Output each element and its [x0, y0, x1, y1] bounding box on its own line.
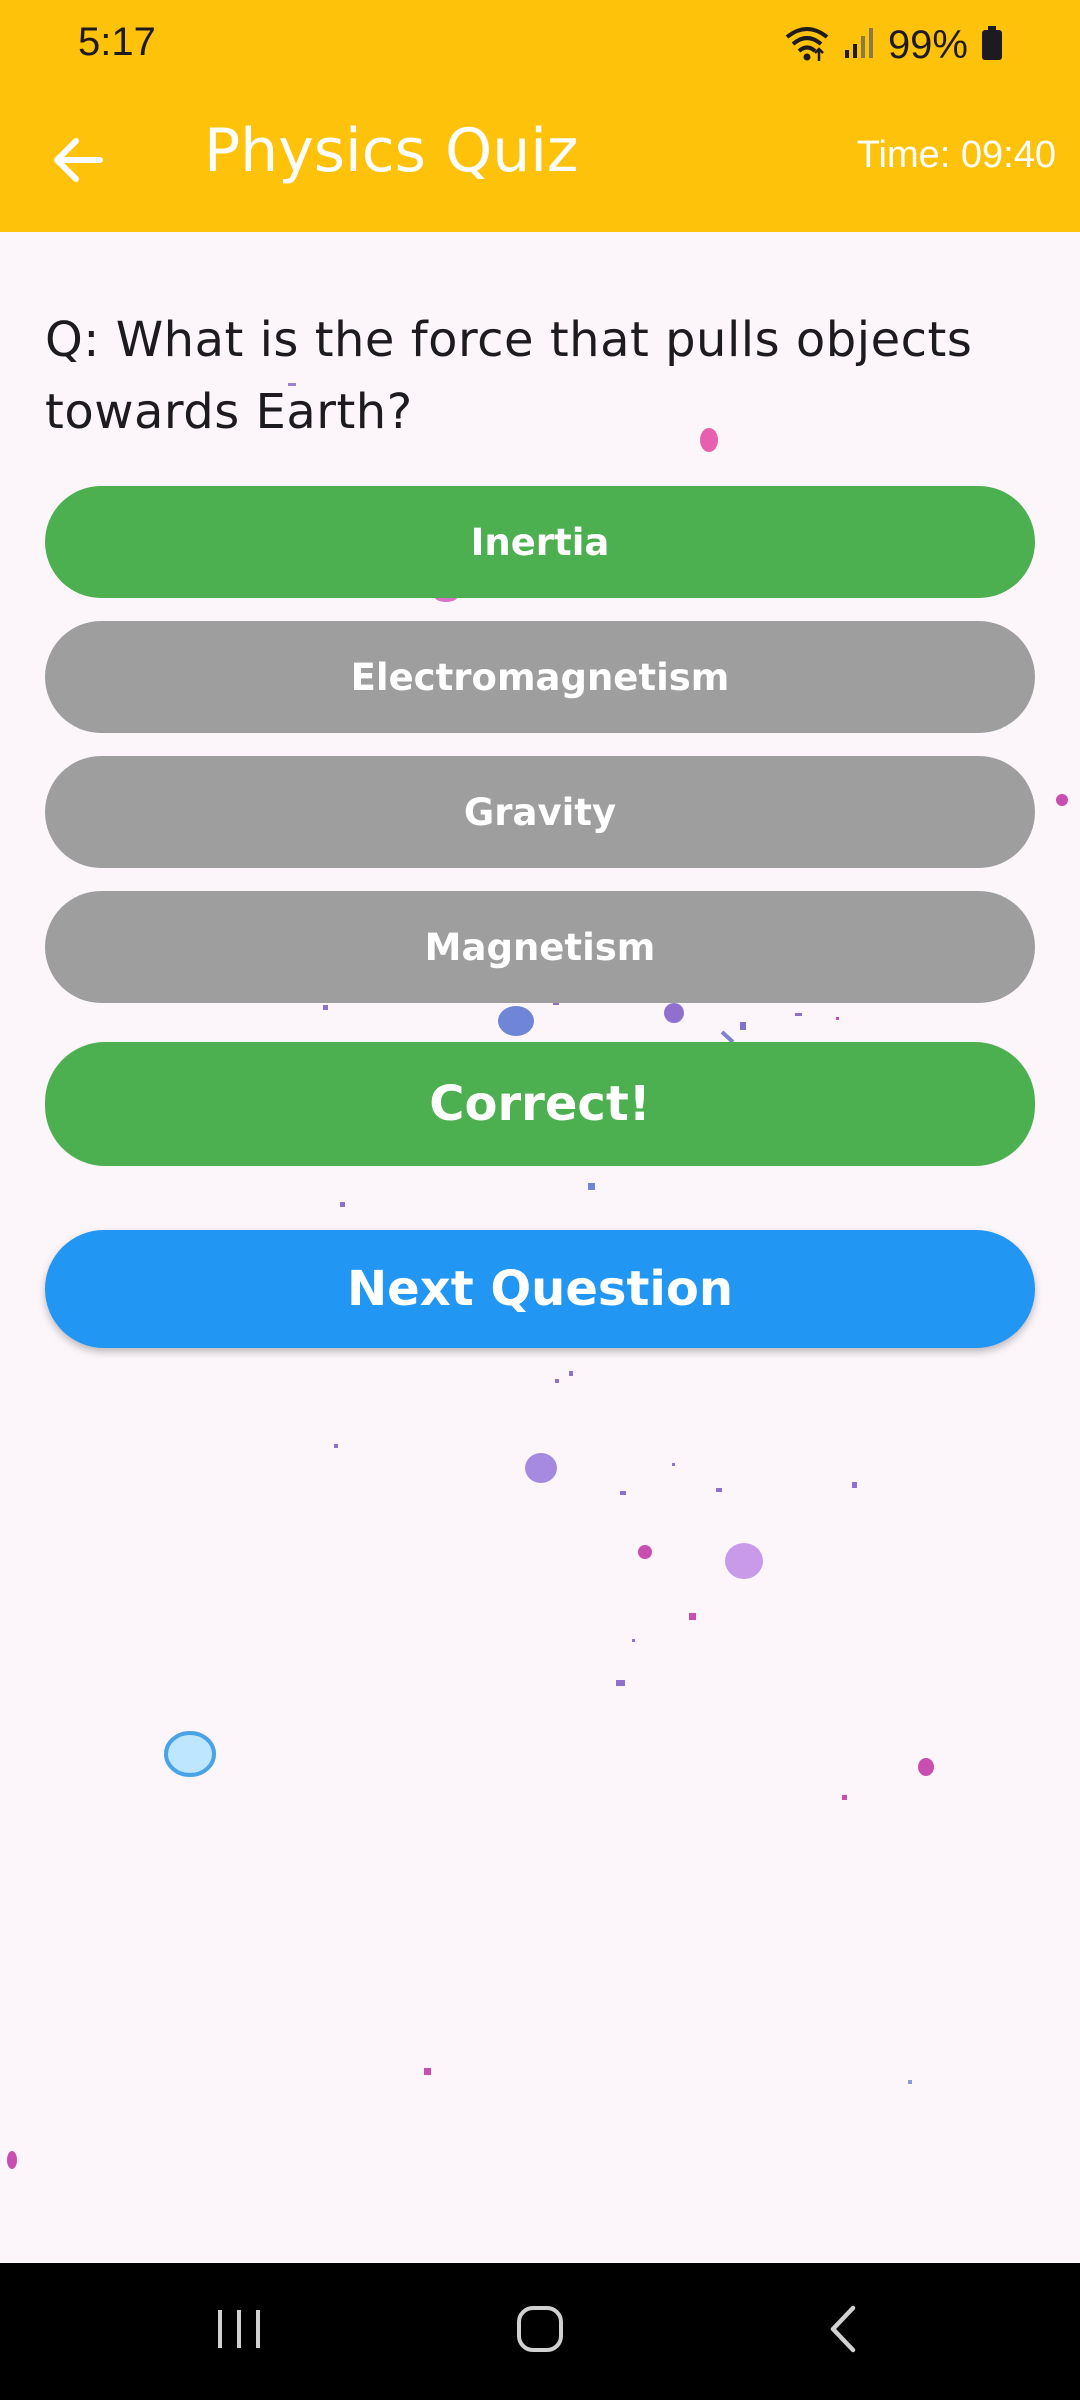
particle: [555, 1379, 559, 1383]
page-title: Physics Quiz: [204, 116, 579, 186]
particle: [842, 1795, 847, 1800]
option-inertia-button[interactable]: Inertia: [45, 486, 1035, 598]
quiz-content: Q: What is the force that pulls objects …: [0, 232, 1080, 2263]
home-button[interactable]: [500, 2296, 580, 2366]
particle: [424, 2068, 431, 2075]
signal-icon: [844, 26, 874, 64]
option-electromagnetism-button[interactable]: Electromagnetism: [45, 621, 1035, 733]
home-icon: [515, 2304, 565, 2358]
particle: [852, 1482, 857, 1488]
particle: [7, 2151, 17, 2169]
next-question-button[interactable]: Next Question: [45, 1230, 1035, 1348]
particle: [164, 1731, 216, 1777]
particle: [908, 2080, 912, 2084]
recent-apps-icon: [214, 2306, 264, 2356]
app-bar: Physics Quiz Time: 09:40: [0, 90, 1080, 232]
particle: [569, 1371, 573, 1376]
particle: [716, 1488, 722, 1492]
particle: [795, 1013, 802, 1016]
particle: [498, 1006, 534, 1036]
nav-back-button[interactable]: [803, 2296, 883, 2366]
particle: [588, 1183, 595, 1190]
particle: [918, 1758, 934, 1776]
arrow-back-icon: [52, 137, 104, 187]
wifi-icon: [784, 23, 830, 67]
timer-text: Time: 09:40: [856, 134, 1056, 176]
particle: [836, 1017, 839, 1020]
particle: [616, 1680, 625, 1686]
status-time: 5:17: [78, 20, 156, 64]
particle: [689, 1613, 696, 1620]
particle: [664, 1003, 684, 1023]
particle: [725, 1543, 763, 1579]
back-icon: [823, 2304, 863, 2358]
back-button[interactable]: [38, 122, 118, 202]
particle: [525, 1453, 557, 1483]
particle: [323, 1005, 328, 1010]
option-gravity-button[interactable]: Gravity: [45, 756, 1035, 868]
feedback-banner: Correct!: [45, 1042, 1035, 1166]
battery-percent: 99%: [887, 22, 968, 67]
system-nav-bar: [0, 2263, 1080, 2400]
particle: [334, 1444, 338, 1448]
status-bar: 5:17 99%: [0, 0, 1080, 90]
battery-icon: [982, 26, 1002, 64]
status-icons: 99%: [784, 20, 1002, 70]
particle: [672, 1463, 675, 1466]
particle: [1056, 794, 1068, 806]
question-text: Q: What is the force that pulls objects …: [45, 312, 973, 440]
particle: [720, 1030, 735, 1044]
particle: [632, 1639, 635, 1642]
recent-apps-button[interactable]: [199, 2296, 279, 2366]
particle: [620, 1491, 626, 1495]
particle: [340, 1202, 345, 1207]
option-magnetism-button[interactable]: Magnetism: [45, 891, 1035, 1003]
particle: [740, 1022, 746, 1030]
particle: [638, 1545, 652, 1559]
